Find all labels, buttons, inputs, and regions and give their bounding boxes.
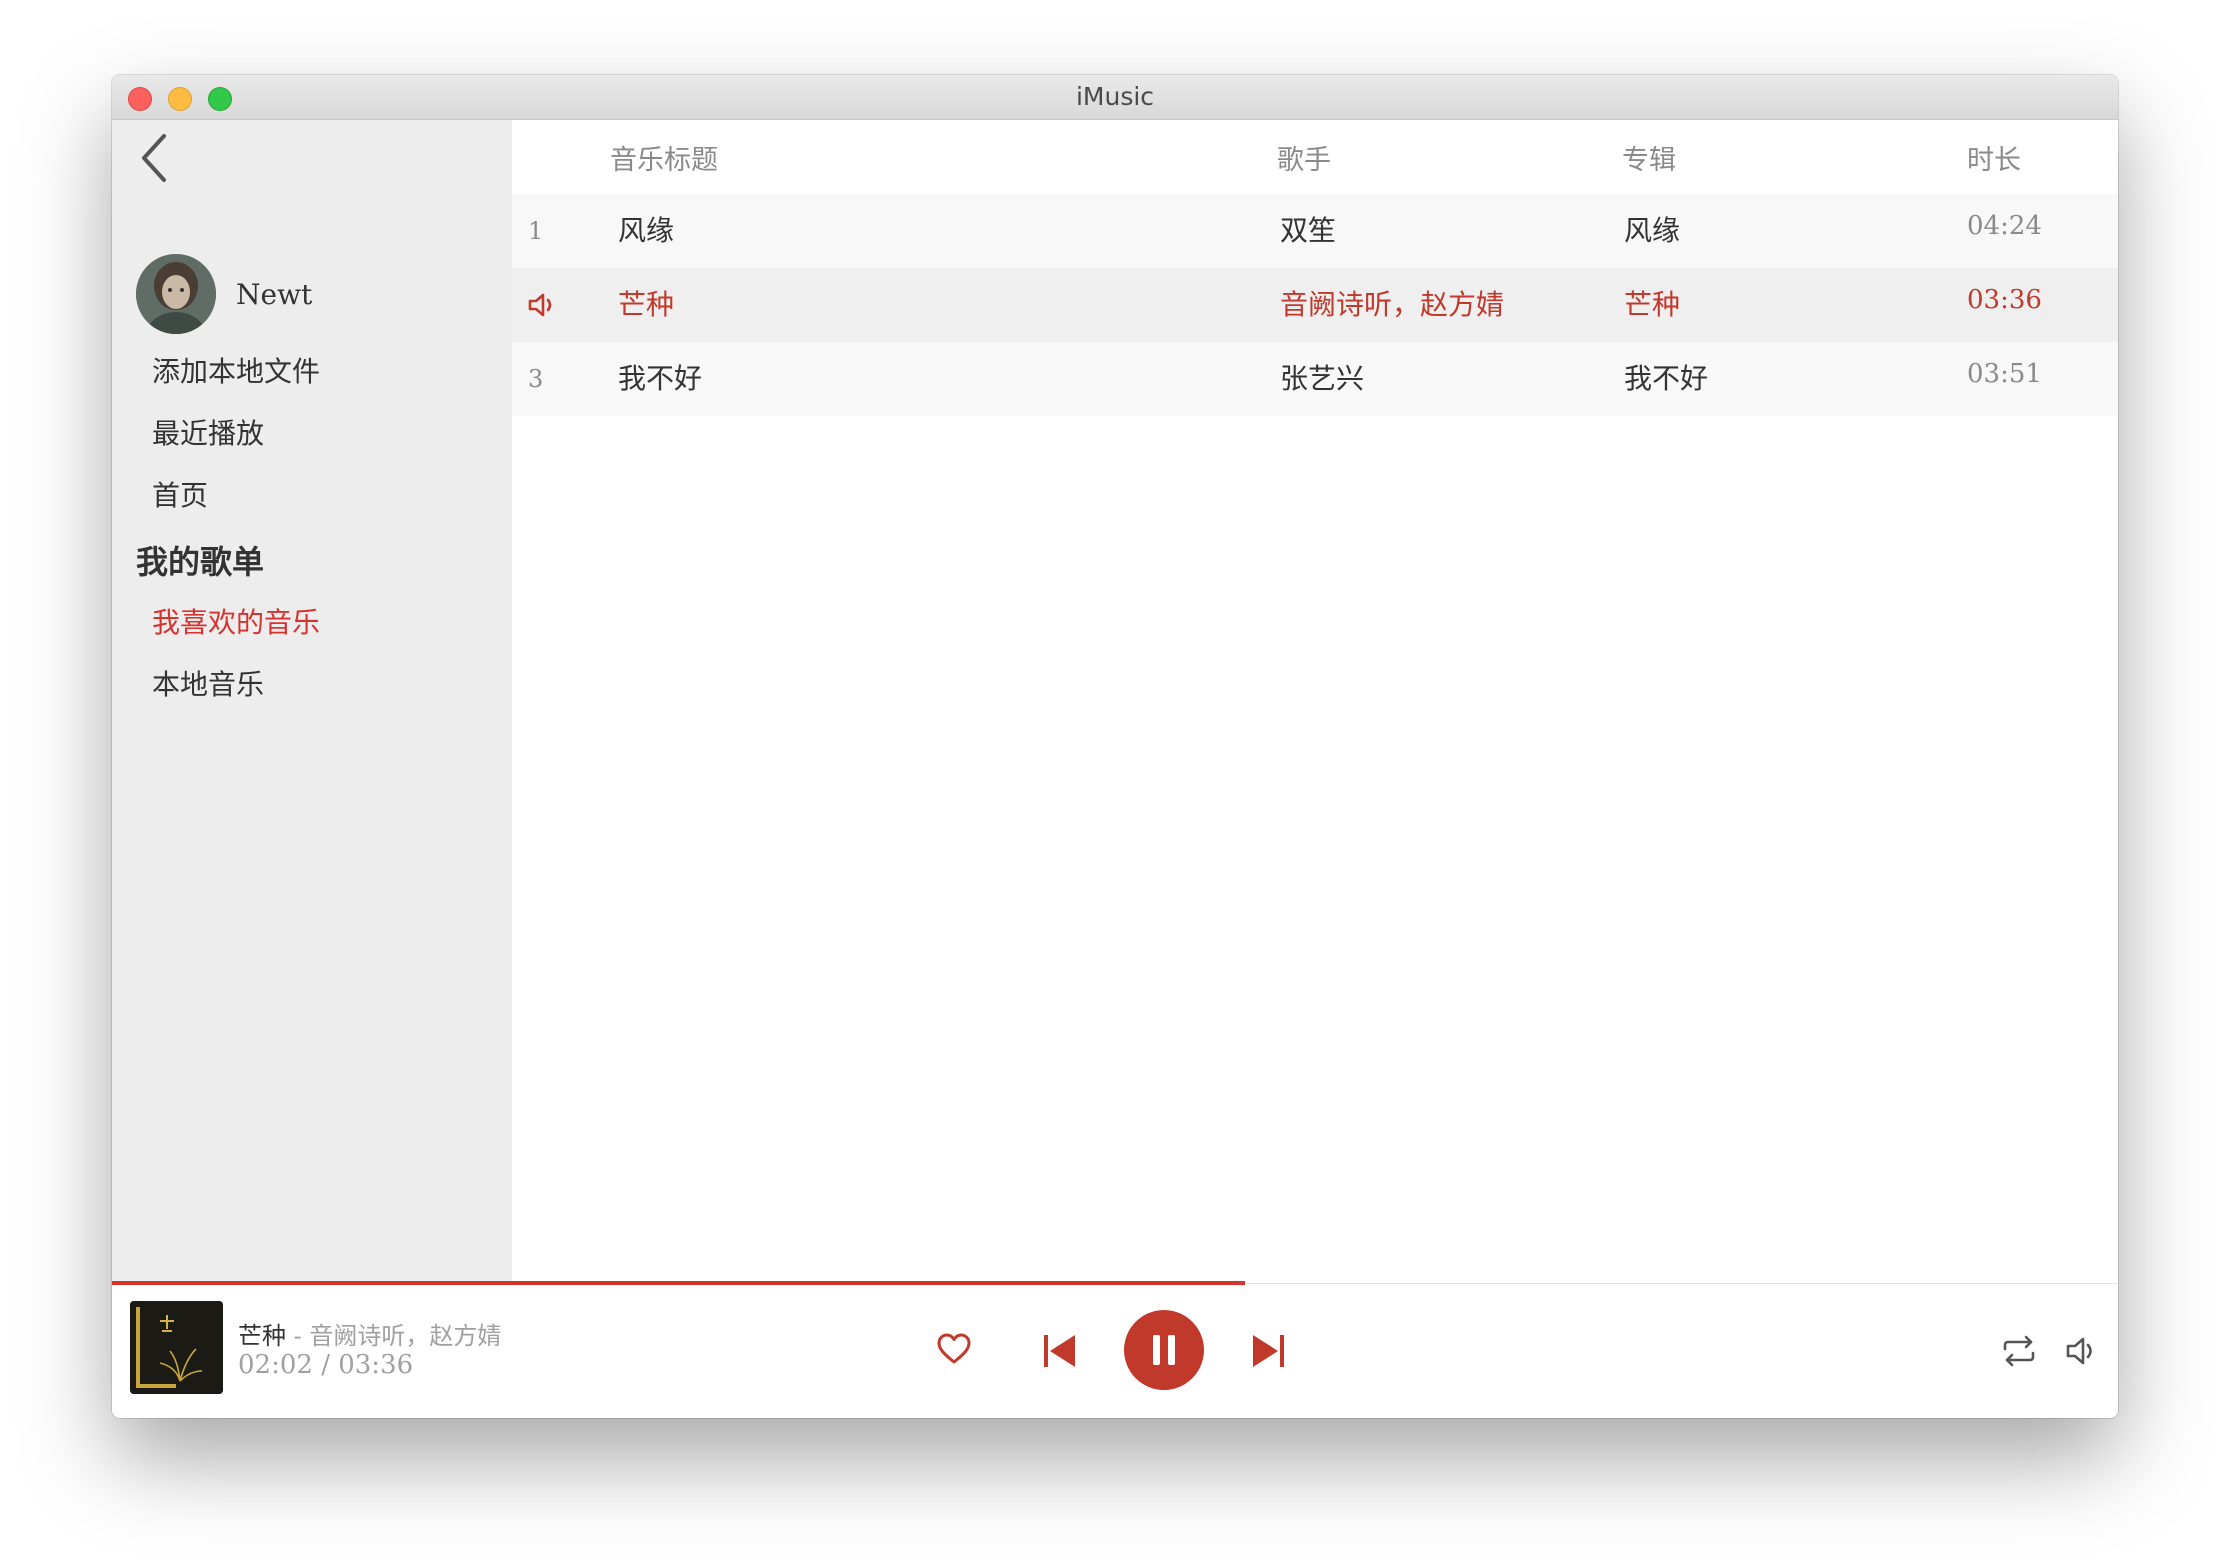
- app-window: iMusic Newt 添加本地文件 最近播放 首页 我的歌单 我喜欢的音乐 本…: [112, 75, 2118, 1418]
- track-artist[interactable]: 张艺兴: [1280, 342, 1364, 416]
- track-title: 芒种: [618, 288, 675, 321]
- table-row[interactable]: 3 我不好 张艺兴 我不好 03:51: [512, 342, 2118, 416]
- pause-icon: [1153, 1335, 1175, 1365]
- track-duration: 04:24: [1967, 211, 2042, 241]
- avatar[interactable]: [136, 254, 216, 334]
- track-album[interactable]: 我不好: [1624, 342, 1708, 416]
- track-index: 1: [528, 217, 544, 245]
- pause-button[interactable]: [1124, 1310, 1204, 1390]
- album-cover[interactable]: [130, 1301, 223, 1394]
- now-playing-artist: - 音阙诗听，赵方婧: [286, 1322, 502, 1350]
- nav-recently-played[interactable]: 最近播放: [152, 412, 264, 452]
- playback-time: 02:02 / 03:36: [238, 1350, 414, 1380]
- column-header-title: 音乐标题: [610, 145, 718, 176]
- title-bar: iMusic: [112, 75, 2118, 120]
- sidebar: Newt 添加本地文件 最近播放 首页 我的歌单 我喜欢的音乐 本地音乐: [112, 120, 512, 1283]
- table-row[interactable]: 芒种 音阙诗听，赵方婧 芒种 03:36: [512, 268, 2118, 342]
- column-header-duration: 时长: [1967, 145, 2021, 176]
- track-duration: 03:51: [1967, 359, 2042, 389]
- track-duration: 03:36: [1967, 285, 2042, 315]
- track-index: 3: [528, 365, 544, 393]
- track-artist[interactable]: 音阙诗听，赵方婧: [1280, 268, 1504, 342]
- chevron-left-icon: [142, 134, 166, 182]
- heart-icon[interactable]: [936, 1332, 972, 1366]
- column-header-artist: 歌手: [1277, 145, 1331, 176]
- player-bar: 芒种 - 音阙诗听，赵方婧 02:02 / 03:36: [112, 1281, 2118, 1418]
- window-title: iMusic: [1075, 82, 1155, 111]
- nav-home[interactable]: 首页: [152, 474, 208, 514]
- track-artist[interactable]: 双笙: [1280, 194, 1336, 268]
- speaker-icon: [528, 293, 552, 317]
- repeat-icon[interactable]: [2000, 1334, 2038, 1368]
- previous-icon[interactable]: [1042, 1332, 1078, 1370]
- table-row[interactable]: 1 风缘 双笙 风缘 04:24: [512, 194, 2118, 268]
- song-list-panel: 音乐标题 歌手 专辑 时长 1 风缘 双笙 风缘 04:24 芒种 音阙诗听，赵…: [512, 120, 2118, 1283]
- track-title: 我不好: [618, 362, 703, 395]
- progress-fill: [112, 1281, 1246, 1285]
- user-profile[interactable]: Newt: [136, 253, 312, 335]
- back-button[interactable]: [130, 130, 180, 186]
- progress-bar[interactable]: [112, 1281, 2118, 1285]
- now-playing-info: 芒种 - 音阙诗听，赵方婧: [238, 1316, 501, 1351]
- username: Newt: [236, 277, 313, 311]
- playlist-section-title: 我的歌单: [136, 543, 265, 581]
- nav-add-local-files[interactable]: 添加本地文件: [152, 350, 320, 390]
- volume-icon[interactable]: [2064, 1334, 2098, 1368]
- now-playing-title: 芒种: [238, 1322, 286, 1350]
- playlist-local-music[interactable]: 本地音乐: [152, 663, 264, 703]
- column-header-album: 专辑: [1622, 145, 1676, 176]
- track-album[interactable]: 风缘: [1624, 194, 1680, 268]
- track-album[interactable]: 芒种: [1624, 268, 1680, 342]
- track-title: 风缘: [618, 214, 675, 247]
- playlist-favorites[interactable]: 我喜欢的音乐: [152, 601, 320, 641]
- next-icon[interactable]: [1250, 1332, 1286, 1370]
